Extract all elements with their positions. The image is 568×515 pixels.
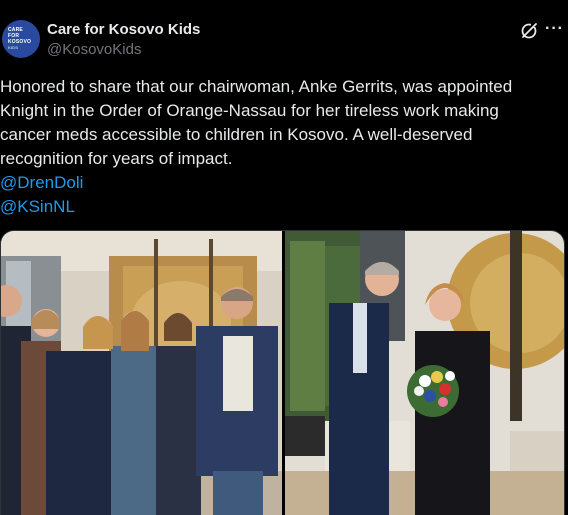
group-photo[interactable] xyxy=(1,231,282,515)
tweet-text: Honored to share that our chairwoman, An… xyxy=(0,77,513,168)
mention-link[interactable]: @DrenDoli xyxy=(0,171,83,195)
media-grid xyxy=(0,230,565,515)
tweet-post: CARE FOR KOSOVO KIDS Care for Kosovo Kid… xyxy=(0,0,568,515)
author-display-name[interactable]: Care for Kosovo Kids xyxy=(47,21,200,38)
avatar-text-line: KIDS xyxy=(8,45,19,50)
more-options-icon[interactable]: ··· xyxy=(545,20,564,38)
grok-icon[interactable] xyxy=(520,22,538,40)
bouquet-photo[interactable] xyxy=(285,231,564,515)
avatar[interactable]: CARE FOR KOSOVO KIDS xyxy=(2,20,40,58)
mention-link[interactable]: @KSinNL xyxy=(0,195,75,219)
author-handle[interactable]: @KosovoKids xyxy=(47,41,141,58)
